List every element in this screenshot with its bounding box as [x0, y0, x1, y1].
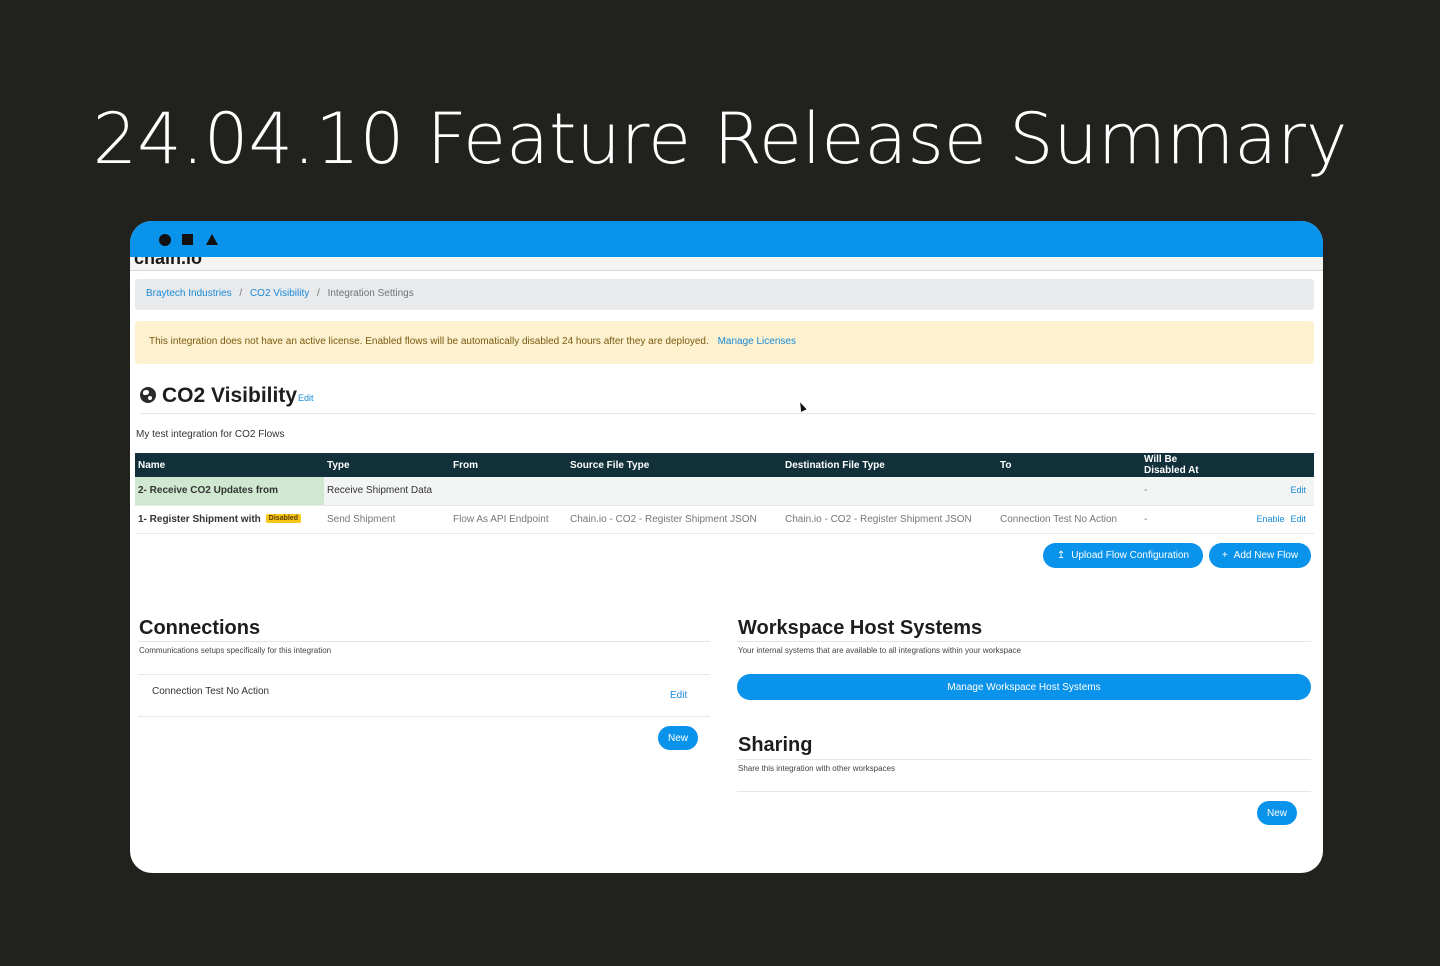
table-row[interactable]: 1- Register Shipment with Disabled Send S… [135, 505, 1314, 534]
flow-source-type [567, 477, 782, 506]
license-alert: This integration does not have an active… [135, 321, 1314, 364]
breadcrumb-separator: / [239, 288, 243, 299]
disabled-badge: Disabled [265, 514, 301, 524]
app-header: chain.io [130, 257, 1323, 271]
page-title-row: CO2 Visibility Edit [140, 384, 1315, 414]
breadcrumb-separator: / [317, 288, 320, 299]
flow-disabled-at: - [1141, 505, 1221, 534]
breadcrumb-integration[interactable]: CO2 Visibility [250, 288, 309, 299]
sharing-title: Sharing [738, 734, 813, 756]
workspace-divider [737, 641, 1311, 642]
window-square-icon [182, 234, 193, 245]
flow-name-text: 1- Register Shipment with [138, 513, 261, 525]
column-header-actions [1221, 453, 1314, 477]
integration-description: My test integration for CO2 Flows [136, 429, 285, 440]
flow-destination-type [782, 477, 997, 506]
connection-name: Connection Test No Action [152, 686, 270, 697]
flow-to: Connection Test No Action [997, 505, 1141, 534]
flow-edit-link[interactable]: Edit [1290, 514, 1306, 524]
manage-workspace-host-systems-button[interactable]: Manage Workspace Host Systems [737, 674, 1311, 700]
flow-type: Receive Shipment Data [324, 477, 450, 506]
new-sharing-button[interactable]: New [1257, 801, 1297, 825]
window-triangle-icon [206, 234, 218, 245]
column-header[interactable]: Destination File Type [782, 453, 997, 477]
column-header[interactable]: Source File Type [567, 453, 782, 477]
app-window: chain.io Braytech Industries / CO2 Visib… [130, 221, 1323, 873]
flow-enable-link[interactable]: Enable [1256, 514, 1284, 524]
plus-icon: + [1221, 550, 1228, 561]
upload-icon: ↥ [1056, 550, 1066, 561]
title-edit-link[interactable]: Edit [298, 393, 314, 403]
globe-icon [140, 387, 156, 403]
upload-flow-configuration-button[interactable]: ↥ Upload Flow Configuration [1043, 543, 1203, 568]
flow-edit-link[interactable]: Edit [1290, 485, 1306, 495]
breadcrumb-workspace[interactable]: Braytech Industries [146, 288, 232, 299]
sharing-list-divider [737, 791, 1311, 792]
connections-divider [138, 641, 710, 642]
upload-button-label: Upload Flow Configuration [1071, 550, 1190, 561]
flow-destination-type: Chain.io - CO2 - Register Shipment JSON [782, 505, 997, 534]
page-title: CO2 Visibility [162, 384, 297, 407]
window-titlebar [130, 221, 1323, 257]
column-header[interactable]: Name [135, 453, 324, 477]
connections-title: Connections [139, 617, 261, 639]
breadcrumb: Braytech Industries / CO2 Visibility / I… [135, 279, 1314, 310]
flows-table: Name Type From Source File Type Destinat… [135, 453, 1314, 534]
flow-from: Flow As API Endpoint [450, 505, 567, 534]
flow-name[interactable]: 1- Register Shipment with Disabled [135, 505, 324, 534]
flow-name[interactable]: 2- Receive CO2 Updates from [135, 477, 324, 506]
flow-from [450, 477, 567, 506]
sharing-divider [737, 759, 1311, 760]
workspace-host-systems-title: Workspace Host Systems [738, 617, 983, 639]
new-connection-button[interactable]: New [658, 726, 698, 750]
flow-actions: Enable Edit [1221, 505, 1314, 534]
flow-type: Send Shipment [324, 505, 450, 534]
flow-disabled-at: - [1141, 477, 1221, 506]
table-header-row: Name Type From Source File Type Destinat… [135, 453, 1314, 477]
table-row[interactable]: 2- Receive CO2 Updates from Receive Ship… [135, 477, 1314, 506]
app-logo[interactable]: chain.io [134, 257, 202, 269]
manage-licenses-link[interactable]: Manage Licenses [718, 336, 796, 347]
connections-subtitle: Communications setups specifically for t… [139, 646, 332, 655]
window-circle-icon [159, 234, 171, 246]
connection-edit-link[interactable]: Edit [670, 690, 687, 701]
column-header[interactable]: To [997, 453, 1141, 477]
flow-to [997, 477, 1141, 506]
breadcrumb-current: Integration Settings [327, 288, 414, 299]
connection-row[interactable]: Connection Test No Action Edit [138, 674, 710, 717]
column-header[interactable]: Type [324, 453, 450, 477]
add-new-flow-button[interactable]: + Add New Flow [1209, 543, 1311, 568]
column-header[interactable]: From [450, 453, 567, 477]
add-flow-button-label: Add New Flow [1233, 550, 1299, 561]
flow-source-type: Chain.io - CO2 - Register Shipment JSON [567, 505, 782, 534]
column-header[interactable]: Will Be Disabled At [1141, 453, 1221, 477]
alert-message: This integration does not have an active… [149, 336, 709, 347]
flow-actions: Edit [1221, 477, 1314, 506]
feature-release-headline: 24.04.10 Feature Release Summary [92, 98, 1348, 180]
workspace-host-systems-subtitle: Your internal systems that are available… [738, 646, 1021, 655]
sharing-subtitle: Share this integration with other worksp… [738, 764, 895, 773]
